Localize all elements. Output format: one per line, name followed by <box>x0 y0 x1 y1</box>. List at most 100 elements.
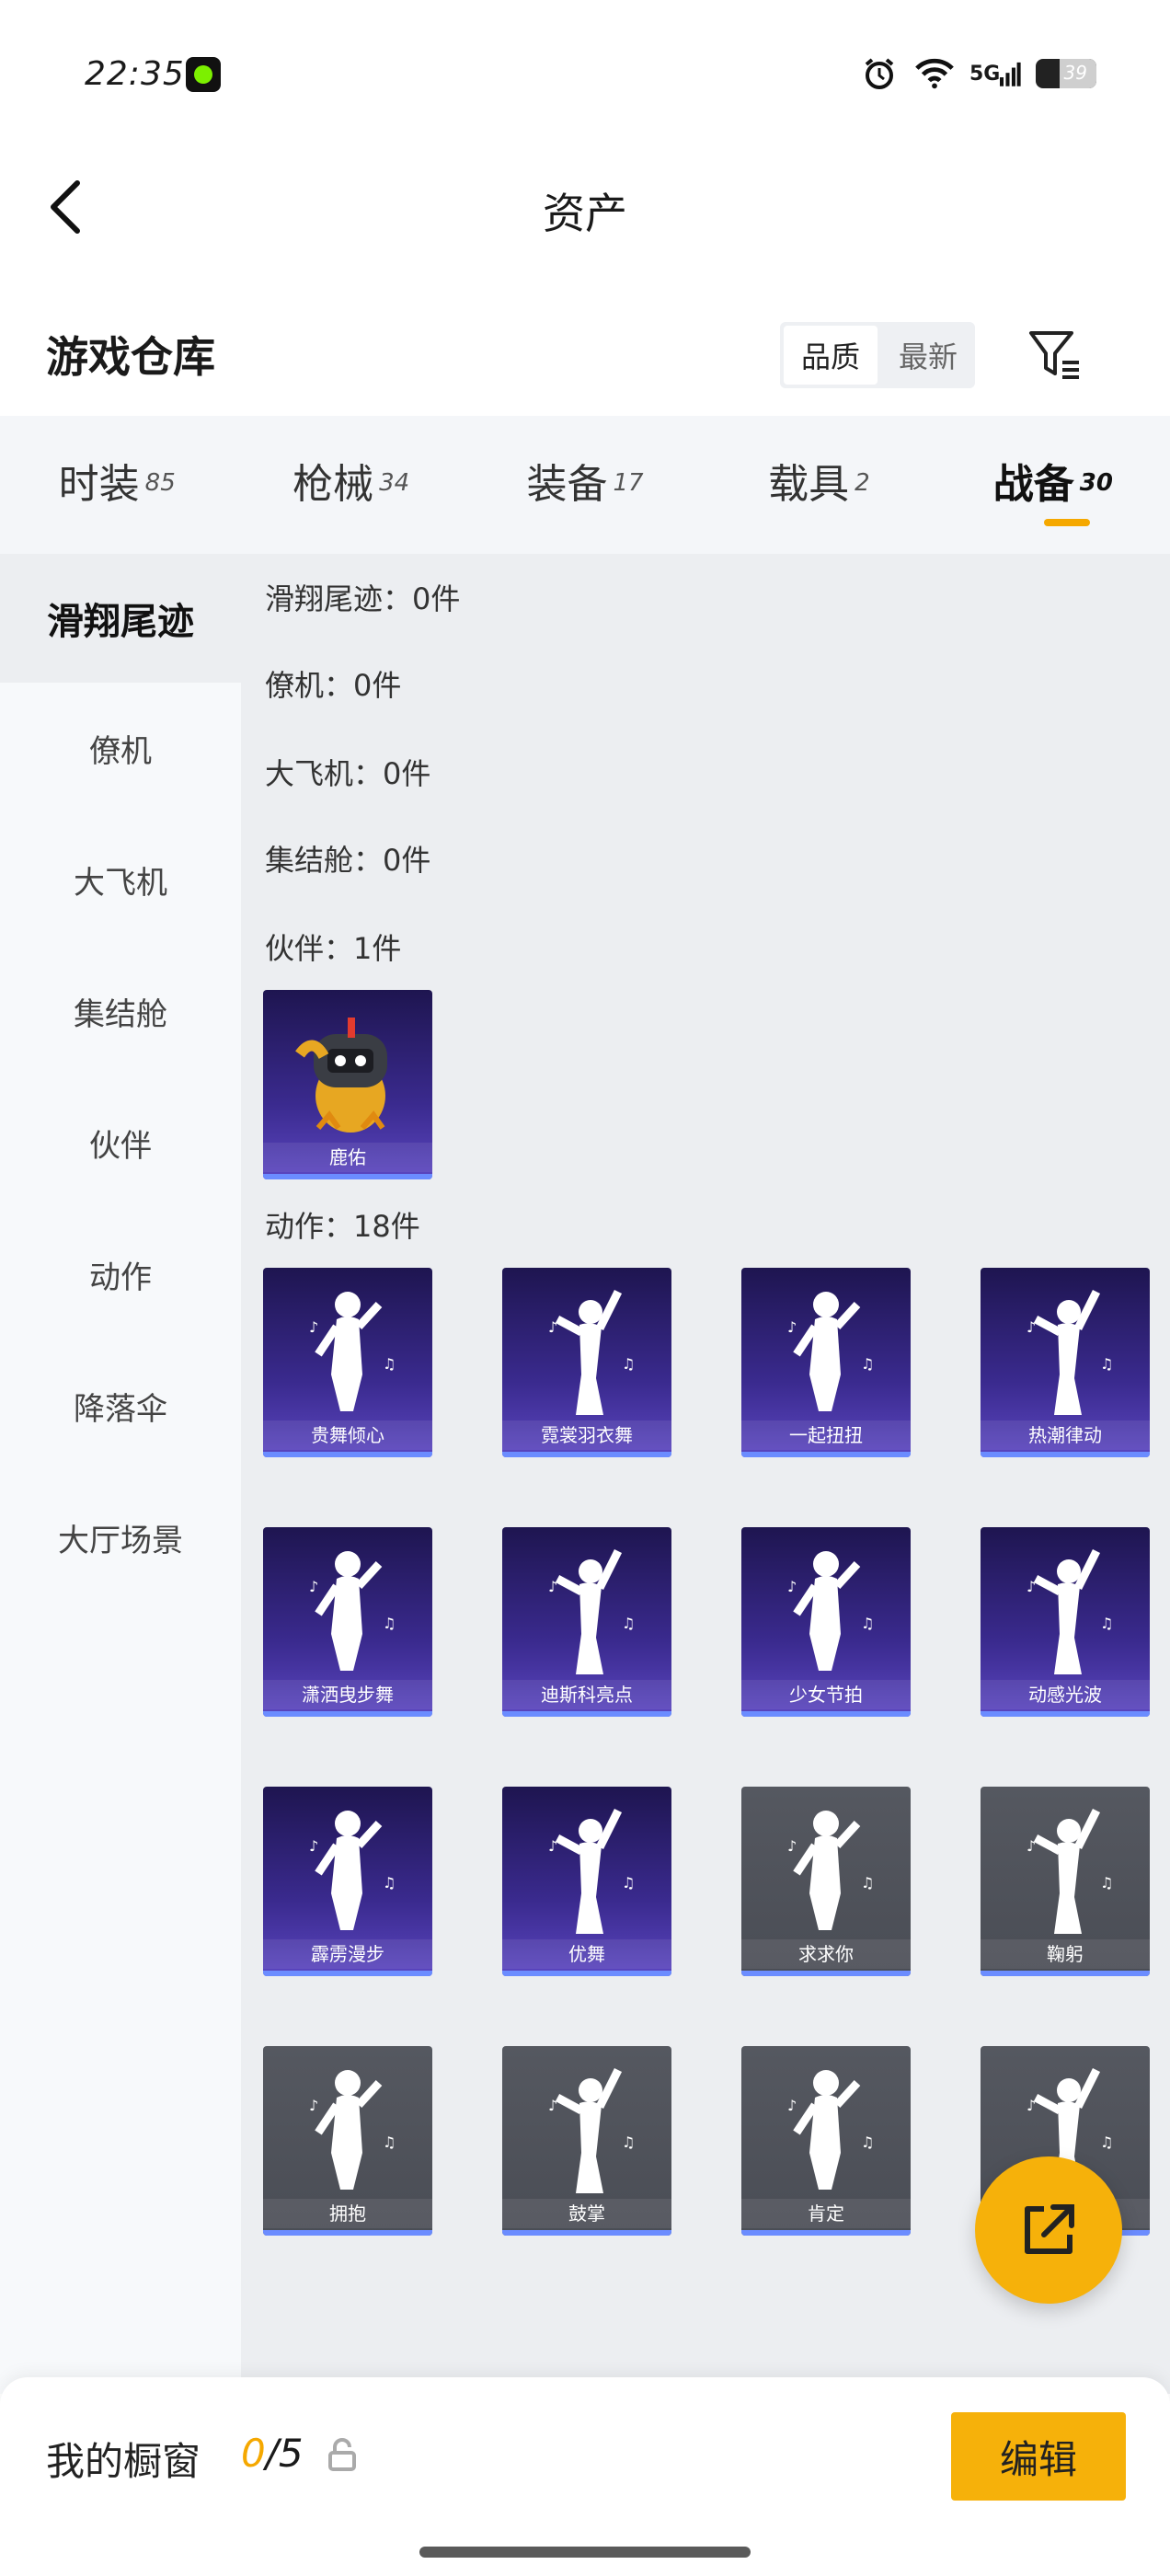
rarity-bar <box>263 2230 432 2236</box>
sidebar-item-plane[interactable]: 大飞机 <box>0 814 241 946</box>
emote-card[interactable]: ♪ ♫ 鼓掌 <box>502 2046 671 2236</box>
rarity-bar <box>741 2230 911 2236</box>
svg-text:♪: ♪ <box>1027 1837 1036 1855</box>
emote-name: 迪斯科亮点 <box>502 1680 671 1709</box>
emote-card[interactable]: ♪ ♫ 鞠躬 <box>981 1787 1150 1976</box>
rarity-bar <box>263 1174 432 1179</box>
sidebar-item-parachute[interactable]: 降落伞 <box>0 1340 241 1472</box>
sidebar-item-trail[interactable]: 滑翔尾迹 <box>0 554 241 683</box>
svg-text:♪: ♪ <box>548 1318 557 1336</box>
warehouse-title: 游戏仓库 <box>46 332 215 382</box>
dance-figure-icon: ♪♫ <box>548 1808 635 1934</box>
sidebar-item-capsule[interactable]: 集结舱 <box>0 946 241 1077</box>
sort-toggle: 品质 最新 <box>780 322 975 388</box>
sort-newest-button[interactable]: 最新 <box>881 322 975 388</box>
emote-name: 少女节拍 <box>741 1680 911 1709</box>
emote-card[interactable]: ♪ ♫ 求求你 <box>741 1787 911 1976</box>
rarity-bar <box>741 1711 911 1717</box>
section-partner: 伙伴：1件 <box>265 931 402 966</box>
dance-figure-icon: ♪♫ <box>548 1289 635 1415</box>
home-indicator <box>419 2547 751 2558</box>
share-button[interactable] <box>975 2156 1122 2304</box>
tab-vehicles[interactable]: 载具 2 <box>702 416 935 554</box>
emote-card[interactable]: ♪ ♫ 热潮律动 <box>981 1268 1150 1457</box>
emote-card[interactable]: ♪ ♫ 一起扭扭 <box>741 1268 911 1457</box>
dance-figure-icon: ♪♫ <box>309 2070 396 2190</box>
category-tabs: 时装 85 枪械 34 装备 17 载具 2 战备 30 <box>0 416 1170 554</box>
dance-figure-icon: ♪♫ <box>548 1548 635 1674</box>
edit-button[interactable]: 编辑 <box>951 2412 1126 2501</box>
tab-count: 2 <box>855 469 870 497</box>
tab-label: 载具 <box>768 461 850 508</box>
sort-quality-button[interactable]: 品质 <box>784 326 878 385</box>
page-title: 资产 <box>543 189 627 238</box>
item-list: 滑翔尾迹：0件 僚机：0件 大飞机：0件 集结舱：0件 伙伴：1件 鹿佑 动作：… <box>241 554 1170 2394</box>
section-emote: 动作：18件 <box>265 1209 420 1244</box>
sidebar-item-partner[interactable]: 伙伴 <box>0 1077 241 1209</box>
signal-icon: 5G <box>969 53 1021 94</box>
svg-text:♫: ♫ <box>861 1874 874 1892</box>
svg-text:♪: ♪ <box>787 1837 797 1855</box>
emote-name: 鞠躬 <box>981 1939 1150 1969</box>
svg-text:♫: ♫ <box>861 1355 874 1373</box>
rarity-bar <box>263 1971 432 1976</box>
tab-battle-prep[interactable]: 战备 30 <box>936 416 1170 554</box>
emote-card[interactable]: ♪ ♫ 动感光波 <box>981 1527 1150 1717</box>
emote-name: 鼓掌 <box>502 2199 671 2228</box>
svg-text:♫: ♫ <box>383 1615 396 1632</box>
filter-button[interactable] <box>1023 322 1087 388</box>
emote-card[interactable]: ♪ ♫ 迪斯科亮点 <box>502 1527 671 1717</box>
sidebar-item-emote[interactable]: 动作 <box>0 1209 241 1340</box>
battery-icon: 39 <box>1036 59 1096 88</box>
section-wingman: 僚机：0件 <box>265 668 402 703</box>
svg-text:♫: ♫ <box>1100 1355 1113 1373</box>
tab-guns[interactable]: 枪械 34 <box>234 416 467 554</box>
emote-card[interactable]: ♪ ♫ 潇洒曳步舞 <box>263 1527 432 1717</box>
dance-figure-icon: ♪♫ <box>787 1292 874 1411</box>
emote-name: 动感光波 <box>981 1680 1150 1709</box>
partner-card[interactable]: 鹿佑 <box>263 990 432 1179</box>
rarity-bar <box>502 1452 671 1457</box>
svg-text:♪: ♪ <box>548 1837 557 1855</box>
tab-count: 30 <box>1079 469 1113 497</box>
tab-label: 枪械 <box>292 461 374 508</box>
rarity-bar <box>502 1711 671 1717</box>
alarm-icon <box>859 53 900 94</box>
tab-count: 34 <box>379 469 410 497</box>
rarity-bar <box>263 1711 432 1717</box>
section-plane: 大飞机：0件 <box>265 756 431 791</box>
emote-name: 潇洒曳步舞 <box>263 1680 432 1709</box>
emote-card[interactable]: ♪ ♫ 霹雳漫步 <box>263 1787 432 1976</box>
partner-name: 鹿佑 <box>263 1143 432 1172</box>
status-bar: 22:35 5G 39 <box>0 0 1170 147</box>
tab-equipment[interactable]: 装备 17 <box>468 416 702 554</box>
emote-name: 热潮律动 <box>981 1420 1150 1450</box>
emote-card[interactable]: ♪ ♫ 霓裳羽衣舞 <box>502 1268 671 1457</box>
svg-text:♫: ♫ <box>1100 2133 1113 2151</box>
emote-card[interactable]: ♪ ♫ 贵舞倾心 <box>263 1268 432 1457</box>
rarity-bar <box>981 1711 1150 1717</box>
svg-text:♫: ♫ <box>622 1355 635 1373</box>
filter-icon <box>1029 331 1079 379</box>
emote-card[interactable]: ♪ ♫ 优舞 <box>502 1787 671 1976</box>
emote-name: 霹雳漫步 <box>263 1939 432 1969</box>
svg-text:♪: ♪ <box>787 2097 797 2114</box>
sidebar-item-lobby[interactable]: 大厅场景 <box>0 1472 241 1604</box>
network-type: 5G <box>969 62 1001 86</box>
wifi-icon <box>914 53 955 94</box>
section-trail: 滑翔尾迹：0件 <box>265 581 461 616</box>
emote-card[interactable]: ♪ ♫ 拥抱 <box>263 2046 432 2236</box>
emote-card[interactable]: ♪ ♫ 少女节拍 <box>741 1527 911 1717</box>
dance-figure-icon: ♪♫ <box>1027 1289 1113 1415</box>
dance-figure-icon: ♪♫ <box>787 1811 874 1930</box>
dance-figure-icon: ♪♫ <box>787 2070 874 2190</box>
showcase-bar: 我的橱窗 0/5 编辑 <box>0 2377 1170 2576</box>
sidebar-item-wingman[interactable]: 僚机 <box>0 683 241 814</box>
tab-label: 战备 <box>992 461 1074 508</box>
emote-name: 肯定 <box>741 2199 911 2228</box>
svg-text:♫: ♫ <box>622 2133 635 2151</box>
tab-fashion[interactable]: 时装 85 <box>0 416 234 554</box>
svg-text:♪: ♪ <box>1027 2097 1036 2114</box>
emote-name: 一起扭扭 <box>741 1420 911 1450</box>
emote-card[interactable]: ♪ ♫ 肯定 <box>741 2046 911 2236</box>
